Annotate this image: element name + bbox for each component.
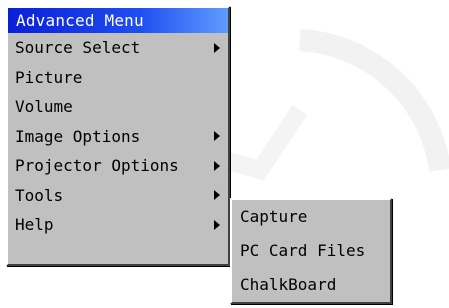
menu-item-label: Picture xyxy=(15,67,83,87)
menu-item-picture[interactable]: Picture xyxy=(8,63,228,93)
submenu-item-capture[interactable]: Capture xyxy=(232,200,390,234)
menu-item-volume[interactable]: Volume xyxy=(8,92,228,122)
menu-item-projector-options[interactable]: Projector Options xyxy=(8,151,228,181)
submenu-arrow-icon xyxy=(214,160,220,171)
submenu-arrow-icon xyxy=(214,42,220,53)
menu-title: Advanced Menu xyxy=(8,8,228,33)
submenu-item-label: PC Card Files xyxy=(240,241,366,260)
submenu-item-label: ChalkBoard xyxy=(240,275,337,294)
advanced-menu: Advanced Menu Source Select Picture Volu… xyxy=(6,6,230,266)
submenu-arrow-icon xyxy=(214,190,220,201)
menu-item-help[interactable]: Help xyxy=(8,210,228,240)
submenu-arrow-icon xyxy=(214,131,220,142)
submenu-item-chalkboard[interactable]: ChalkBoard xyxy=(232,268,390,302)
menu-item-label: Volume xyxy=(15,97,73,116)
tools-submenu: Capture PC Card Files ChalkBoard xyxy=(230,198,392,304)
menu-item-image-options[interactable]: Image Options xyxy=(8,122,228,152)
menu-item-label: Projector Options xyxy=(15,156,179,175)
menu-item-source-select[interactable]: Source Select xyxy=(8,33,228,63)
submenu-item-label: Capture xyxy=(240,207,308,226)
menu-item-label: Source Select xyxy=(15,38,141,57)
submenu-arrow-icon xyxy=(214,219,220,230)
menu-item-label: Help xyxy=(15,215,54,234)
menu-item-label: Tools xyxy=(15,185,64,205)
menu-item-tools[interactable]: Tools xyxy=(8,181,228,211)
menu-item-label: Image Options xyxy=(15,126,141,146)
submenu-item-pc-card-files[interactable]: PC Card Files xyxy=(232,234,390,268)
